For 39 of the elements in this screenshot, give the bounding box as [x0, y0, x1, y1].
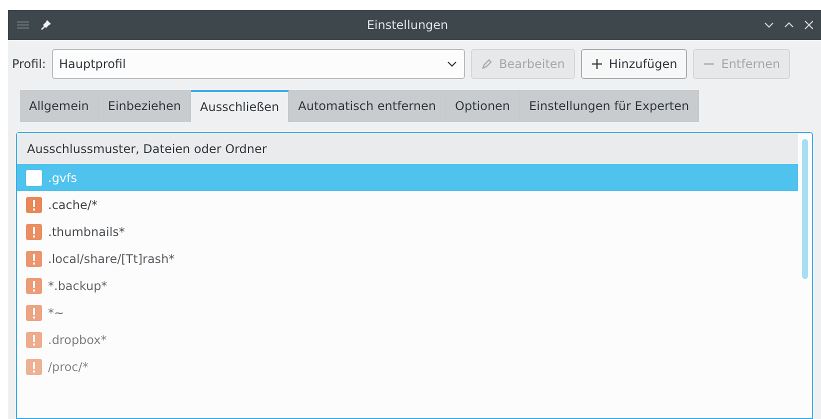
warning-icon: [26, 278, 42, 294]
add-button[interactable]: Hinzufügen: [580, 49, 688, 79]
blank-file-icon: [26, 170, 42, 186]
close-icon[interactable]: [803, 19, 813, 31]
tab[interactable]: Ausschließen: [191, 90, 290, 122]
pattern-text: .dropbox*: [48, 332, 107, 348]
profile-label: Profil:: [12, 56, 46, 73]
scrollbar-thumb[interactable]: [802, 139, 808, 279]
warning-icon: [26, 304, 42, 320]
pattern-text: *.backup*: [48, 278, 108, 294]
list-item[interactable]: .cache/*: [17, 191, 798, 218]
list-item[interactable]: *.backup*: [17, 272, 798, 299]
pattern-text: .thumbnails*: [48, 224, 125, 240]
warning-icon: [26, 358, 42, 374]
list-item[interactable]: .dropbox*: [17, 326, 798, 353]
pattern-text: .cache/*: [48, 196, 98, 214]
pattern-text: .local/share/[Tt]rash*: [48, 250, 175, 268]
list-item[interactable]: /proc/*: [17, 353, 798, 380]
pattern-text: *~: [48, 304, 64, 322]
tab[interactable]: Optionen: [446, 90, 520, 122]
plus-icon: [590, 58, 603, 70]
profile-dropdown[interactable]: Hauptprofil: [52, 49, 465, 79]
window-title: Einstellungen: [366, 17, 450, 34]
warning-icon: [26, 332, 42, 348]
warning-icon: [26, 250, 42, 266]
pattern-text: .gvfs: [48, 170, 78, 186]
warning-icon: [26, 196, 42, 212]
tab[interactable]: Einbeziehen: [98, 90, 192, 122]
warning-icon: [26, 224, 42, 240]
tab[interactable]: Automatisch entfernen: [289, 90, 446, 122]
list-item[interactable]: *~: [17, 299, 798, 326]
list-item[interactable]: .local/share/[Tt]rash*: [17, 245, 798, 272]
pin-icon[interactable]: [40, 19, 52, 31]
tab[interactable]: Allgemein: [20, 90, 99, 122]
pattern-text: /proc/*: [48, 358, 88, 376]
list-item[interactable]: .thumbnails*: [17, 218, 798, 245]
tab[interactable]: Einstellungen für Experten: [520, 90, 700, 122]
pencil-icon: [480, 58, 493, 70]
column-header: Ausschlussmuster, Dateien oder Ordner: [17, 133, 798, 164]
